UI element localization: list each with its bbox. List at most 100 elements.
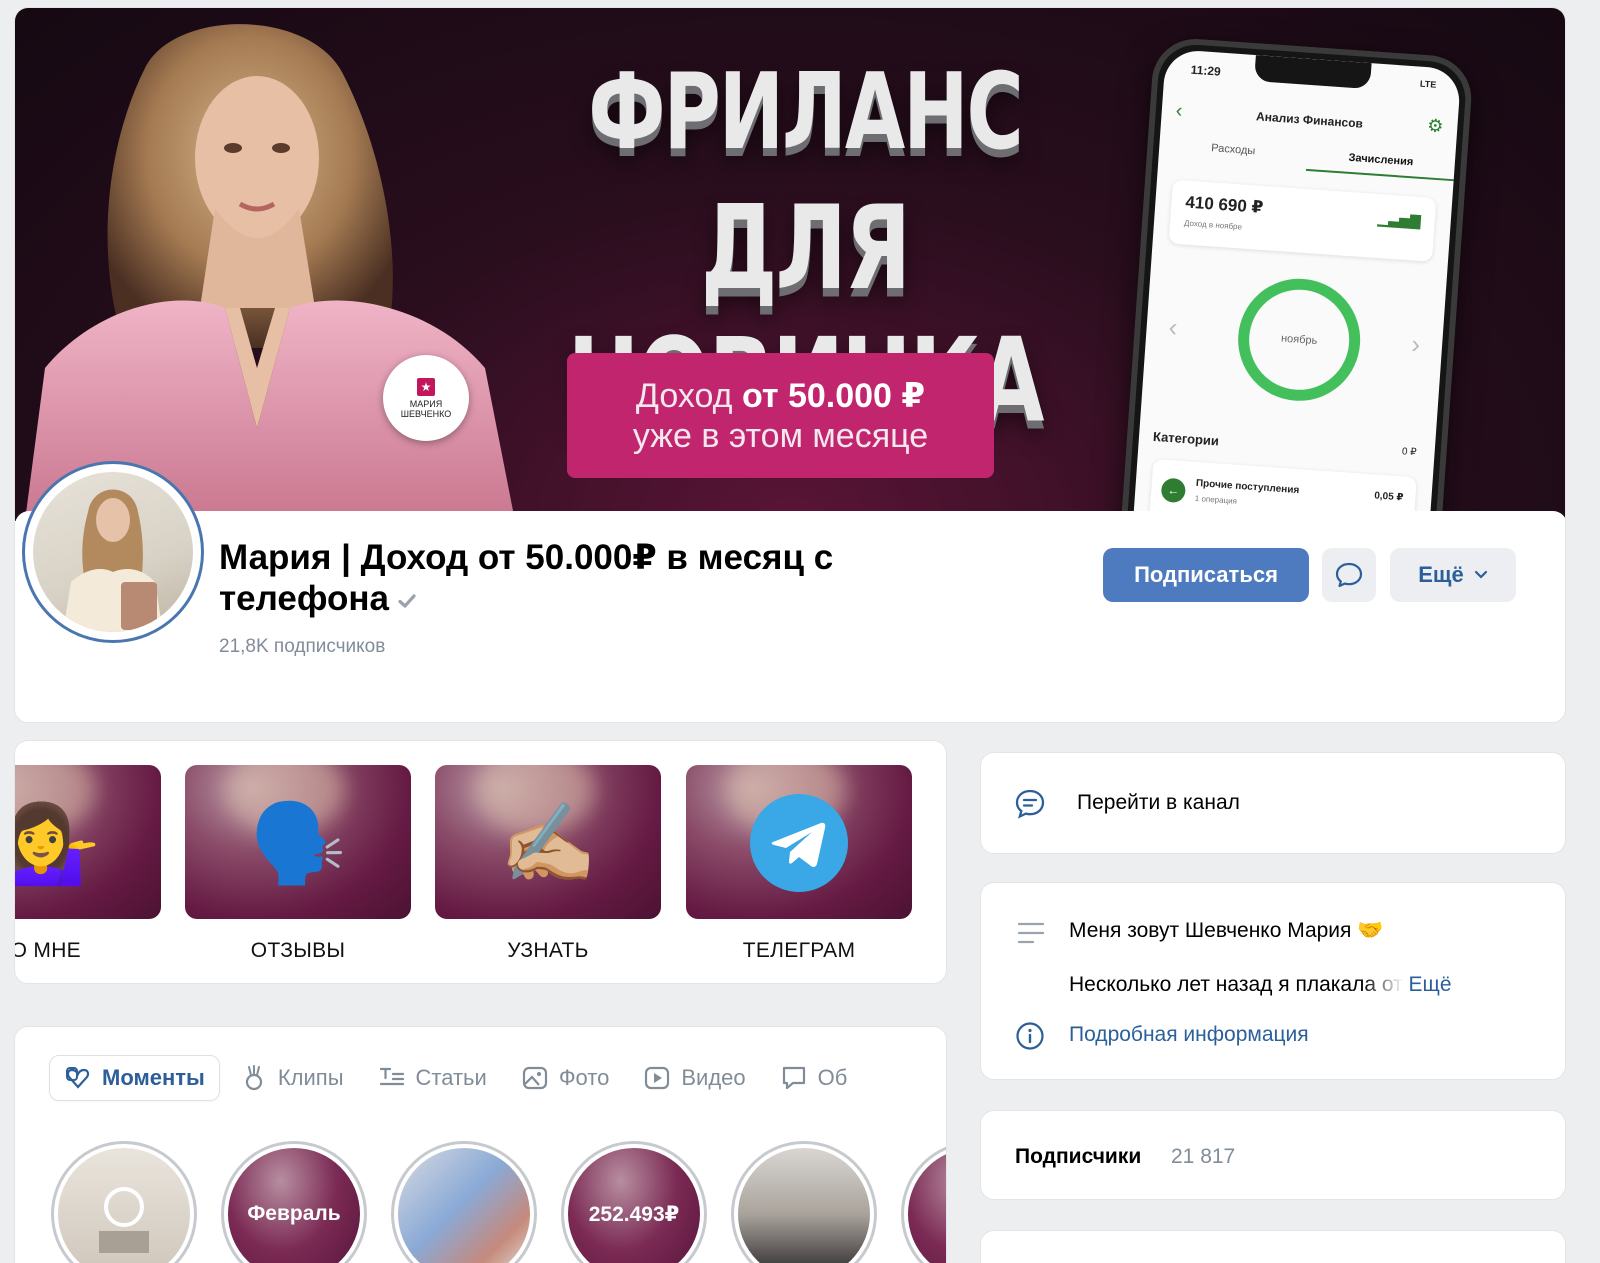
tab-clips[interactable]: Клипы xyxy=(226,1055,358,1101)
go-to-channel-card[interactable]: Перейти в канал xyxy=(980,752,1566,854)
text-lines-icon xyxy=(1017,921,1045,945)
link-label: ОТЗЫВЫ xyxy=(250,939,346,962)
about-line2: Несколько лет назад я плакала от Ещё xyxy=(1069,973,1452,997)
tab-label: Моменты xyxy=(102,1065,205,1090)
articles-icon xyxy=(378,1064,406,1092)
phone-tab-expenses: Расходы xyxy=(1210,142,1256,158)
message-bubble-icon xyxy=(1335,562,1363,588)
followers-label: Подписчики xyxy=(1015,1145,1142,1168)
video-icon xyxy=(643,1064,671,1092)
link-item-telegram[interactable]: ТЕЛЕГРАМ xyxy=(686,765,912,963)
about-line2-text: Несколько лет назад я плакала от xyxy=(1069,973,1403,996)
info-icon xyxy=(1015,1021,1045,1051)
bookmark-star-icon: ★ xyxy=(417,377,435,396)
phone-network: LTE xyxy=(1419,78,1437,90)
about-line1: Меня зовут Шевченко Мария 🤝 xyxy=(1069,919,1384,942)
content-tabs: Моменты Клипы Статьи Фото Видео Об xyxy=(49,1055,861,1101)
pill-subtext: уже в этом месяце xyxy=(632,416,929,455)
moment-thumb-money xyxy=(398,1148,530,1263)
phone-ring-chart: ноябрь xyxy=(1234,274,1365,405)
phone-row-title: Прочие поступления xyxy=(1195,477,1300,497)
phone-amount-sub: Доход в ноябре xyxy=(1183,218,1243,232)
chevron-down-icon xyxy=(1474,570,1487,579)
cover-woman-photo xyxy=(25,24,515,521)
phone-tab-income: Зачисления xyxy=(1305,148,1456,182)
link-label: УЗНАТЬ xyxy=(507,939,589,962)
phone-row-sub: 1 операция xyxy=(1194,493,1238,506)
phone-title: Анализ Финансов xyxy=(1255,109,1364,131)
next-card xyxy=(980,1230,1566,1263)
phone-time: 11:29 xyxy=(1190,62,1222,79)
tab-photo[interactable]: Фото xyxy=(507,1055,624,1101)
phone-categories-label: Категории xyxy=(1152,428,1220,449)
phone-categories-value: 0 ₽ xyxy=(1401,446,1417,459)
more-button[interactable]: Ещё xyxy=(1390,548,1516,602)
avatar-figure xyxy=(63,489,163,632)
moment-item[interactable]: 252.493₽ xyxy=(561,1141,707,1263)
avatar-photo xyxy=(33,472,193,632)
telegram-icon xyxy=(750,794,848,892)
avatar[interactable] xyxy=(22,461,204,643)
tab-discussions[interactable]: Об xyxy=(766,1055,862,1101)
moment-item[interactable] xyxy=(51,1141,197,1263)
message-button[interactable] xyxy=(1322,548,1376,602)
chevron-left-icon: ‹ xyxy=(1167,311,1179,343)
subscribers-count[interactable]: 21,8K подписчиков xyxy=(219,636,385,658)
phone-notch xyxy=(1254,55,1372,90)
phone-amount: 410 690 ₽ xyxy=(1184,192,1264,217)
tab-articles[interactable]: Статьи xyxy=(364,1055,501,1101)
cover-logo-text: МАРИЯ ШЕВЧЕНКО xyxy=(400,398,452,419)
chevron-right-icon: › xyxy=(1410,328,1422,360)
phone-row-value: 0,05 ₽ xyxy=(1373,490,1404,504)
cover-image[interactable]: ★ МАРИЯ ШЕВЧЕНКО ФРИЛАНС ДЛЯ НОВИЧКА Дох… xyxy=(15,8,1565,521)
phone-tabs: Расходы Зачисления xyxy=(1158,139,1456,182)
speaking-head-icon: 🗣️ xyxy=(249,799,347,887)
about-more-link[interactable]: Ещё xyxy=(1409,973,1452,996)
phone-amount-card: 410 690 ₽ Доход в ноябре ▁▃▅▇ xyxy=(1168,179,1437,262)
pill-amount: от 50.000 ₽ xyxy=(741,376,926,415)
tab-label: Статьи xyxy=(415,1065,487,1090)
link-item-about[interactable]: 💁‍♀️ ОБО МНЕ xyxy=(15,765,161,963)
moment-item[interactable] xyxy=(901,1141,946,1263)
tab-label: Видео xyxy=(681,1065,746,1090)
tab-moments[interactable]: Моменты xyxy=(49,1055,220,1101)
moment-item[interactable] xyxy=(731,1141,877,1263)
tab-label: Об xyxy=(817,1065,848,1090)
subscribe-button[interactable]: Подписаться xyxy=(1103,548,1309,602)
moment-item[interactable]: Февраль xyxy=(221,1141,367,1263)
phone-ring-label: ноябрь xyxy=(1280,332,1318,348)
photo-icon xyxy=(521,1064,549,1092)
bar-chart-icon: ▁▃▅▇ xyxy=(1377,210,1422,229)
details-link[interactable]: Подробная информация xyxy=(1069,1023,1309,1047)
link-item-reviews[interactable]: 🗣️ ОТЗЫВЫ xyxy=(185,765,411,963)
moments-icon xyxy=(64,1064,92,1092)
moment-thumb-selfie xyxy=(738,1148,870,1263)
cover-income-pill: Доход от 50.000 ₽ уже в этом месяце xyxy=(567,353,994,478)
link-thumb: ✍🏼 xyxy=(435,765,661,919)
writing-hand-icon: ✍🏼 xyxy=(499,799,597,887)
link-thumb: 💁‍♀️ xyxy=(15,765,161,919)
moment-thumb xyxy=(58,1148,190,1263)
clips-icon xyxy=(240,1064,268,1092)
link-label: ТЕЛЕГРАМ xyxy=(742,939,856,962)
discussion-icon xyxy=(780,1064,808,1092)
cover-title-line1: ФРИЛАНС xyxy=(588,51,1023,174)
about-card: Меня зовут Шевченко Мария 🤝 Несколько ле… xyxy=(980,882,1566,1080)
followers-card[interactable]: Подписчики 21 817 xyxy=(980,1110,1566,1200)
moment-label: 252.493₽ xyxy=(568,1148,700,1263)
phone-screen: 11:29 LTE ‹ ⚙ Анализ Финансов Расходы За… xyxy=(1131,48,1462,521)
mirror-image xyxy=(99,1187,149,1253)
more-button-label: Ещё xyxy=(1418,562,1464,587)
profile-name: Мария | Доход от 50.000₽ в месяц с телеф… xyxy=(219,537,939,619)
verified-icon xyxy=(398,594,416,608)
profile-name-text: Мария | Доход от 50.000₽ в месяц с телеф… xyxy=(219,538,834,618)
tab-video[interactable]: Видео xyxy=(629,1055,759,1101)
tab-label: Клипы xyxy=(277,1065,344,1090)
pill-prefix: Доход xyxy=(635,376,742,415)
link-item-learn[interactable]: ✍🏼 УЗНАТЬ xyxy=(435,765,661,963)
cover-brand-logo: ★ МАРИЯ ШЕВЧЕНКО xyxy=(383,355,469,441)
chat-bubble-icon xyxy=(1013,787,1047,821)
moment-item[interactable] xyxy=(391,1141,537,1263)
raising-hand-icon: 💁‍♀️ xyxy=(15,795,161,891)
arrow-left-icon: ← xyxy=(1160,477,1187,504)
